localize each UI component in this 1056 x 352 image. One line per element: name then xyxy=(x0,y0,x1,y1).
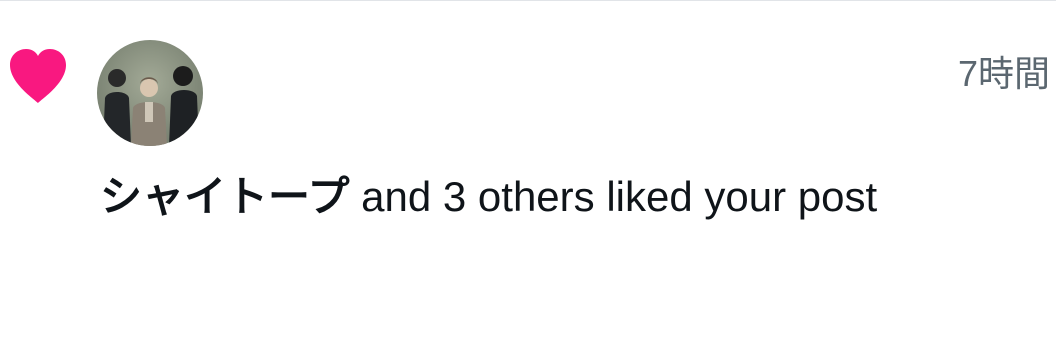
notification-message: シャイトープ and 3 others liked your post xyxy=(100,171,877,223)
heart-icon xyxy=(10,49,66,103)
timestamp: 7時間 xyxy=(957,53,1050,94)
message-text: and 3 others liked your post xyxy=(349,173,878,220)
group-photo-avatar xyxy=(97,40,203,146)
avatar[interactable] xyxy=(97,40,203,146)
username[interactable]: シャイトープ xyxy=(100,172,349,221)
like-notification[interactable]: 7時間 シャイトープ and 3 others liked your post xyxy=(0,0,1056,352)
